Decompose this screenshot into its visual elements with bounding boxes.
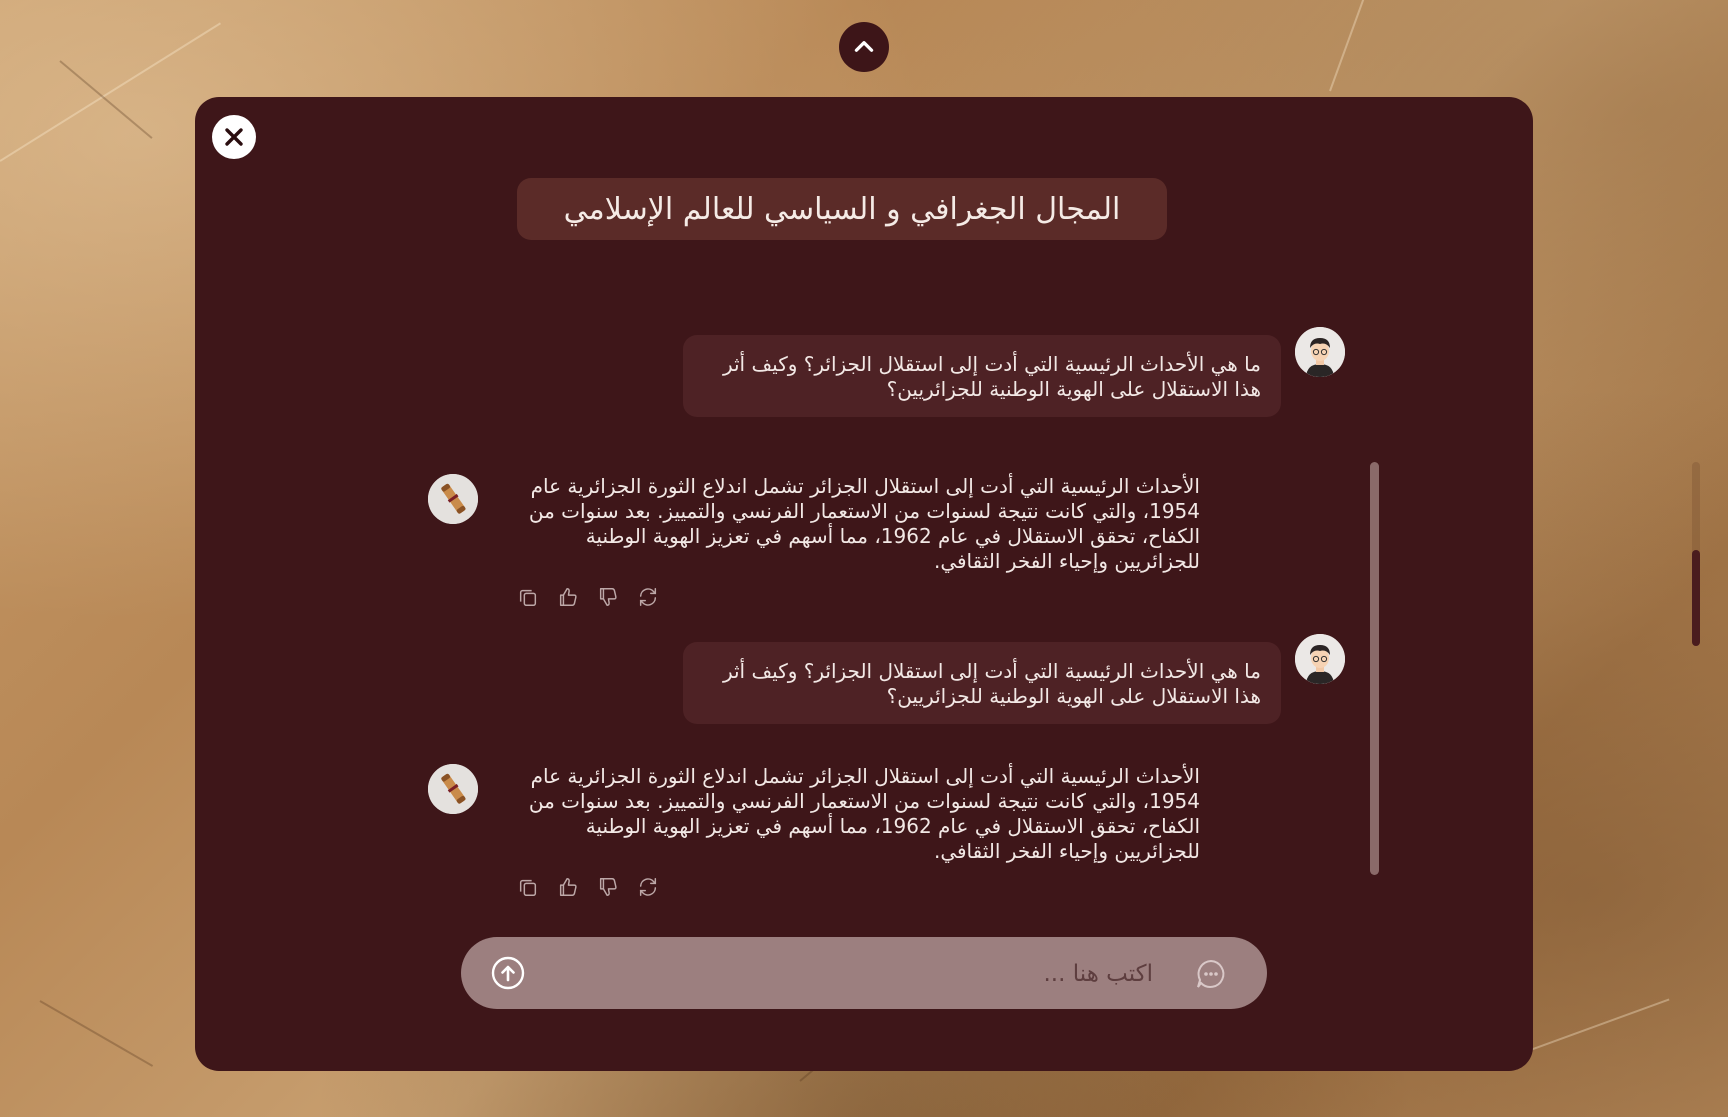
copy-icon	[519, 589, 537, 606]
paper-crease	[0, 22, 222, 162]
regenerate-icon	[639, 878, 657, 896]
regenerate-button[interactable]	[635, 874, 661, 900]
message-input-bar	[461, 937, 1267, 1009]
message-actions	[515, 584, 661, 610]
chat-bubble-icon-wrapper	[1194, 957, 1228, 991]
paper-crease	[1329, 0, 1372, 92]
like-button[interactable]	[555, 584, 581, 610]
page-scrollbar-thumb[interactable]	[1692, 550, 1700, 646]
dislike-button[interactable]	[595, 584, 621, 610]
assistant-message: الأحداث الرئيسية التي أدت إلى استقلال ال…	[528, 474, 1200, 573]
copy-button[interactable]	[515, 584, 541, 610]
regenerate-button[interactable]	[635, 584, 661, 610]
regenerate-icon	[639, 588, 657, 606]
user-message: ما هي الأحداث الرئيسية التي أدت إلى استق…	[683, 335, 1281, 417]
chat-panel: المجال الجغرافي و السياسي للعالم الإسلام…	[195, 97, 1533, 1071]
message-input[interactable]	[551, 953, 1155, 995]
chevron-up-icon	[854, 41, 874, 52]
thumbs-up-icon	[559, 878, 577, 896]
chat-title: المجال الجغرافي و السياسي للعالم الإسلام…	[517, 178, 1167, 240]
thumbs-down-icon	[599, 588, 617, 606]
assistant-message: الأحداث الرئيسية التي أدت إلى استقلال ال…	[528, 764, 1200, 863]
user-avatar	[1295, 634, 1345, 684]
dislike-button[interactable]	[595, 874, 621, 900]
user-avatar	[1295, 327, 1345, 377]
thumbs-up-icon	[559, 588, 577, 606]
chat-scrollbar[interactable]	[1370, 462, 1379, 875]
assistant-avatar	[428, 764, 478, 814]
user-message: ما هي الأحداث الرئيسية التي أدت إلى استق…	[683, 642, 1281, 724]
copy-icon	[519, 879, 537, 896]
chat-bubble-icon	[1197, 959, 1225, 988]
like-button[interactable]	[555, 874, 581, 900]
close-icon	[225, 128, 243, 146]
collapse-toggle-button[interactable]	[839, 22, 889, 72]
paper-crease	[39, 1000, 154, 1067]
message-actions	[515, 874, 661, 900]
send-arrow-up-icon	[491, 956, 525, 990]
copy-button[interactable]	[515, 874, 541, 900]
send-button[interactable]	[491, 956, 525, 990]
close-button[interactable]	[212, 115, 256, 159]
assistant-avatar	[428, 474, 478, 524]
thumbs-down-icon	[599, 878, 617, 896]
